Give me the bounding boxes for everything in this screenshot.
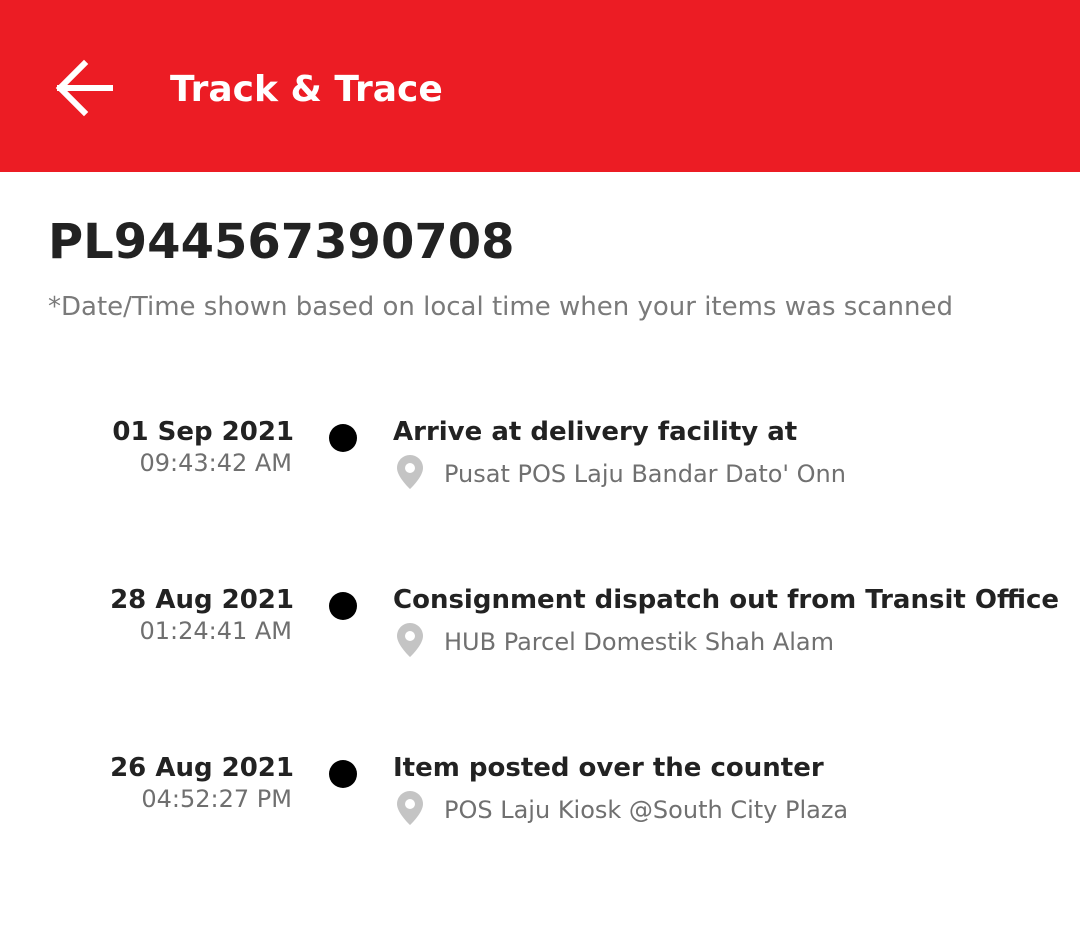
- map-pin-icon: [396, 622, 424, 658]
- dot-icon: [329, 592, 357, 620]
- event-date: 01 Sep 2021: [112, 417, 294, 447]
- dot-icon: [329, 424, 357, 452]
- dot-icon: [329, 760, 357, 788]
- event-location: POS Laju Kiosk @South City Plaza: [444, 796, 849, 824]
- event-date: 26 Aug 2021: [110, 753, 294, 783]
- timeline-event: 01 Sep 2021 09:43:42 AM Arrive at delive…: [0, 416, 1080, 526]
- event-date: 28 Aug 2021: [110, 585, 294, 615]
- event-time: 04:52:27 PM: [141, 785, 292, 813]
- event-status: Item posted over the counter: [393, 753, 824, 783]
- timeline-event: 26 Aug 2021 04:52:27 PM Item posted over…: [0, 752, 1080, 862]
- event-status: Arrive at delivery facility at: [393, 417, 798, 447]
- tracking-number: PL944567390708: [48, 214, 515, 270]
- timezone-note: *Date/Time shown based on local time whe…: [48, 292, 953, 322]
- back-button[interactable]: [50, 56, 118, 120]
- timeline-event: 28 Aug 2021 01:24:41 AM Consignment disp…: [0, 584, 1080, 694]
- event-time: 09:43:42 AM: [139, 449, 292, 477]
- arrow-left-icon: [50, 56, 118, 120]
- event-location: Pusat POS Laju Bandar Dato' Onn: [444, 460, 846, 488]
- event-time: 01:24:41 AM: [139, 617, 292, 645]
- app-bar: Track & Trace: [0, 0, 1080, 172]
- event-status: Consignment dispatch out from Transit Of…: [393, 585, 1059, 615]
- event-location: HUB Parcel Domestik Shah Alam: [444, 628, 834, 656]
- map-pin-icon: [396, 454, 424, 490]
- page-title: Track & Trace: [170, 69, 443, 110]
- map-pin-icon: [396, 790, 424, 826]
